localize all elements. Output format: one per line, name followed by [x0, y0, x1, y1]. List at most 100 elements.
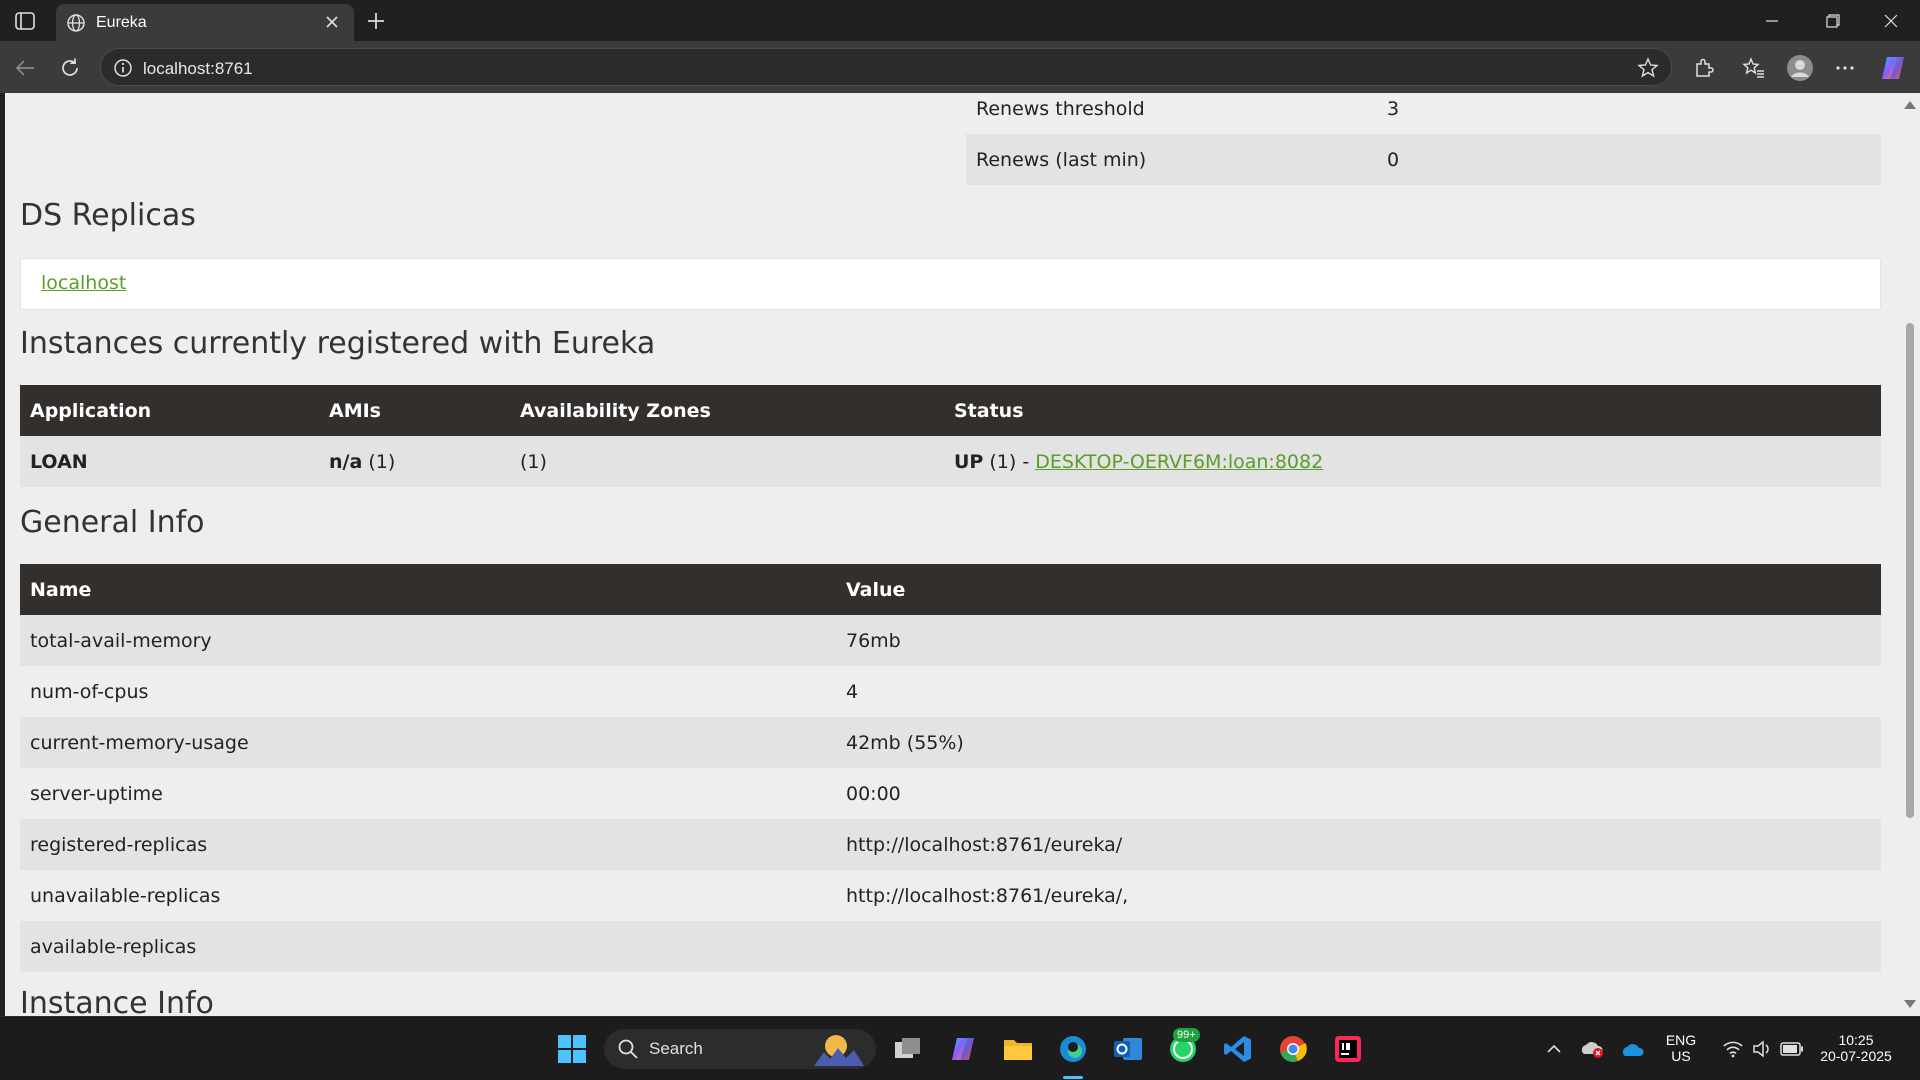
info-name: registered-replicas — [20, 819, 836, 870]
wifi-icon — [1722, 1040, 1744, 1058]
windows-taskbar: Search 99+ ENG US 10:25 20-07-2025 — [0, 1016, 1920, 1080]
application-cell: LOAN — [20, 436, 319, 487]
table-row: available-replicas — [20, 921, 1881, 972]
renews-value: 3 — [1387, 97, 1400, 120]
search-highlight-icon — [810, 1032, 866, 1066]
language-code: ENG — [1665, 1032, 1697, 1048]
general-info-table: Name Value total-avail-memory 76mb num-of… — [20, 564, 1881, 972]
table-row: server-uptime 00:00 — [20, 768, 1881, 819]
intellij-icon[interactable] — [1328, 1029, 1368, 1069]
column-header: Name — [20, 564, 836, 615]
status-value: UP — [954, 450, 984, 473]
close-window-icon[interactable] — [1871, 8, 1911, 34]
table-row: total-avail-memory 76mb — [20, 615, 1881, 666]
active-app-indicator — [1063, 1076, 1083, 1079]
page-content: Renews threshold 3 Renews (last min) 0 D… — [5, 93, 1899, 1016]
clock[interactable]: 10:25 20-07-2025 — [1808, 1032, 1904, 1064]
table-row: registered-replicas http://localhost:8761… — [20, 819, 1881, 870]
file-explorer-icon[interactable] — [998, 1029, 1038, 1069]
ds-replicas-heading: DS Replicas — [20, 198, 196, 233]
quick-settings[interactable] — [1708, 1029, 1818, 1069]
chrome-icon[interactable] — [1273, 1029, 1313, 1069]
info-name: total-avail-memory — [20, 615, 836, 666]
scroll-up-arrow-icon[interactable] — [1904, 101, 1916, 109]
instances-heading: Instances currently registered with Eure… — [20, 326, 656, 361]
volume-icon — [1752, 1040, 1772, 1058]
site-info-icon[interactable] — [113, 58, 133, 78]
info-value: http://localhost:8761/eureka/, — [836, 870, 1881, 921]
copilot-app-icon[interactable] — [943, 1029, 983, 1069]
globe-icon — [66, 13, 86, 33]
column-header: Status — [944, 385, 1881, 436]
restore-icon[interactable] — [1813, 8, 1853, 34]
favorites-icon[interactable] — [1739, 53, 1769, 83]
instances-table: Application AMIs Availability Zones Stat… — [20, 385, 1881, 487]
amis-count: (1) — [362, 450, 396, 473]
scrollbar-thumb[interactable] — [1906, 323, 1914, 818]
tab-actions-icon[interactable] — [12, 10, 38, 32]
notification-badge: 99+ — [1173, 1028, 1200, 1042]
favorite-star-icon[interactable] — [1637, 57, 1659, 79]
replica-link[interactable]: localhost — [41, 272, 126, 294]
battery-icon — [1780, 1042, 1804, 1056]
application-name: LOAN — [30, 450, 88, 473]
info-value: 4 — [836, 666, 1881, 717]
clock-time: 10:25 — [1838, 1032, 1874, 1048]
new-tab-icon[interactable] — [363, 8, 389, 34]
info-value: 00:00 — [836, 768, 1881, 819]
profile-avatar-icon[interactable] — [1785, 53, 1815, 83]
onedrive-cloud-icon[interactable] — [1613, 1029, 1653, 1069]
renews-label: Renews threshold — [976, 97, 1145, 120]
copilot-icon[interactable] — [1878, 53, 1908, 83]
info-name: unavailable-replicas — [20, 870, 836, 921]
windows-start-icon[interactable] — [552, 1029, 592, 1069]
status-cell: UP (1) - DESKTOP-OERVF6M:loan:8082 — [944, 436, 1881, 487]
renews-table: Renews threshold 3 Renews (last min) 0 — [966, 93, 1881, 185]
outlook-icon[interactable] — [1108, 1029, 1148, 1069]
table-row: unavailable-replicas http://localhost:876… — [20, 870, 1881, 921]
column-header: AMIs — [319, 385, 510, 436]
extensions-icon[interactable] — [1689, 53, 1719, 83]
onedrive-error-icon[interactable] — [1572, 1029, 1612, 1069]
instance-info-heading: Instance Info — [20, 986, 214, 1016]
amis-cell: n/a (1) — [319, 436, 510, 487]
info-name: available-replicas — [20, 921, 836, 972]
url-text: localhost:8761 — [143, 59, 253, 78]
search-icon — [617, 1038, 639, 1060]
table-row: current-memory-usage 42mb (55%) — [20, 717, 1881, 768]
table-row: num-of-cpus 4 — [20, 666, 1881, 717]
task-view-icon[interactable] — [888, 1029, 928, 1069]
address-bar[interactable]: localhost:8761 — [100, 48, 1672, 86]
edge-browser-icon[interactable] — [1053, 1029, 1093, 1069]
renews-value: 0 — [1387, 148, 1400, 171]
info-value: 42mb (55%) — [836, 717, 1881, 768]
close-tab-icon[interactable] — [323, 13, 341, 31]
show-hidden-icons-chevron-icon[interactable] — [1534, 1029, 1574, 1069]
browser-titlebar: Eureka — [0, 0, 1920, 41]
back-arrow-icon[interactable] — [10, 53, 40, 83]
browser-tab[interactable]: Eureka — [56, 4, 354, 41]
renews-label: Renews (last min) — [976, 148, 1147, 171]
info-name: num-of-cpus — [20, 666, 836, 717]
minimize-icon[interactable] — [1752, 8, 1792, 34]
info-value: http://localhost:8761/eureka/ — [836, 819, 1881, 870]
info-name: current-memory-usage — [20, 717, 836, 768]
renews-row: Renews (last min) 0 — [966, 134, 1881, 185]
scroll-down-arrow-icon[interactable] — [1904, 1000, 1916, 1008]
browser-toolbar: localhost:8761 — [0, 41, 1920, 93]
page-scrollbar[interactable] — [1899, 93, 1920, 1016]
vscode-icon[interactable] — [1218, 1029, 1258, 1069]
language-indicator[interactable]: ENG US — [1661, 1032, 1701, 1064]
tab-title: Eureka — [96, 14, 147, 31]
keyboard-region: US — [1671, 1048, 1691, 1064]
more-options-icon[interactable] — [1830, 53, 1860, 83]
instance-link[interactable]: DESKTOP-OERVF6M:loan:8082 — [1035, 451, 1323, 473]
status-count: (1) - — [983, 450, 1036, 473]
table-row: LOAN n/a (1) (1) UP (1) - DESKTOP-OERVF6… — [20, 436, 1881, 487]
ds-replicas-list: localhost — [20, 258, 1881, 310]
taskbar-search[interactable]: Search — [604, 1029, 876, 1069]
info-value — [836, 921, 1881, 972]
clock-date: 20-07-2025 — [1820, 1048, 1892, 1064]
refresh-icon[interactable] — [55, 53, 85, 83]
column-header: Application — [20, 385, 319, 436]
